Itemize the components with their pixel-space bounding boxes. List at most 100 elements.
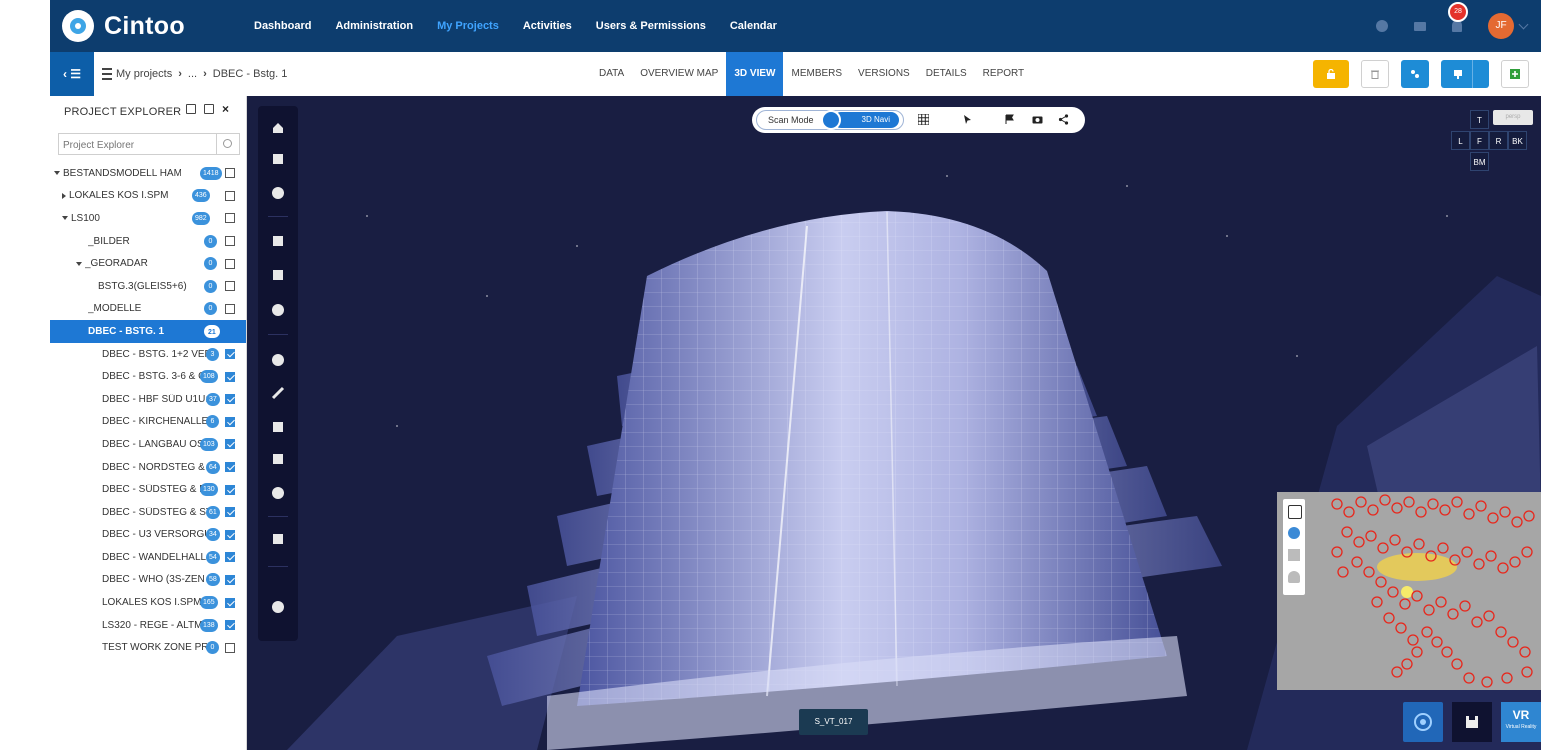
tree-item[interactable]: TEST WORK ZONE PRU 0 [50, 636, 246, 659]
grid-icon[interactable] [918, 114, 929, 125]
upload-dropdown-button[interactable] [1441, 60, 1489, 88]
tree-item[interactable]: DBEC - WANDELHALL 54 [50, 546, 246, 569]
tab-report[interactable]: REPORT [975, 52, 1033, 96]
caret-down-icon[interactable] [76, 261, 82, 266]
visibility-checkbox[interactable] [225, 552, 235, 563]
tree-item[interactable]: LS100 982 [50, 207, 246, 230]
tree-item[interactable]: DBEC - SÜDSTEG & P 130 [50, 478, 246, 501]
mail-icon[interactable] [1414, 21, 1426, 31]
breadcrumb-ellipsis[interactable]: ... [188, 68, 197, 80]
tree-item[interactable]: DBEC - BSTG. 3-6 & G 108 [50, 365, 246, 388]
close-icon[interactable]: × [222, 103, 232, 115]
visibility-checkbox[interactable] [225, 258, 235, 269]
nav-item-dashboard[interactable]: Dashboard [254, 20, 311, 32]
view-left-button[interactable]: L [1451, 131, 1470, 150]
tree-item[interactable]: LOKALES KOS I.SPM 436 [50, 185, 246, 208]
tree-item[interactable]: DBEC - LANGBAU OS 103 [50, 433, 246, 456]
caret-down-icon[interactable] [62, 216, 68, 221]
view-top-button[interactable]: T [1470, 110, 1489, 129]
search-input[interactable] [59, 134, 215, 156]
flag-icon[interactable] [1004, 114, 1015, 125]
visibility-checkbox[interactable] [225, 620, 235, 631]
section-icon[interactable] [271, 486, 285, 500]
collapse-all-icon[interactable] [204, 104, 214, 114]
tab-members[interactable]: MEMBERS [783, 52, 850, 96]
unlock-button[interactable] [1313, 60, 1349, 88]
tree-item[interactable]: DBEC - KIRCHENALLEE 6 [50, 411, 246, 434]
visibility-checkbox[interactable] [225, 439, 235, 450]
visibility-checkbox[interactable] [225, 484, 235, 495]
view-front-button[interactable]: F [1470, 131, 1489, 150]
visibility-checkbox[interactable] [225, 168, 235, 179]
info-icon[interactable] [1376, 20, 1388, 32]
tree-item[interactable]: DBEC - BSTG. 1 21 [50, 320, 246, 343]
share-button[interactable] [1401, 60, 1429, 88]
tree-item[interactable]: DBEC - NORDSTEG & 64 [50, 456, 246, 479]
nav-item-my-projects[interactable]: My Projects [437, 20, 499, 32]
tab-details[interactable]: DETAILS [918, 52, 975, 96]
caret-down-icon[interactable] [54, 171, 60, 176]
view-right-button[interactable]: R [1489, 131, 1508, 150]
visibility-checkbox[interactable] [225, 416, 235, 427]
floor-plan-icon[interactable] [1288, 549, 1300, 561]
cursor-icon[interactable] [962, 114, 973, 125]
tree-item[interactable]: _GEORADAR 0 [50, 252, 246, 275]
tree-item[interactable]: _MODELLE 0 [50, 298, 246, 321]
tree-item[interactable]: DBEC - U3 VERSORGU 34 [50, 524, 246, 547]
visibility-checkbox[interactable] [225, 574, 235, 585]
caret-right-icon[interactable] [62, 192, 66, 199]
visibility-checkbox[interactable] [225, 597, 235, 608]
chevron-down-icon[interactable] [1518, 19, 1529, 29]
tab-overview-map[interactable]: OVERVIEW MAP [632, 52, 726, 96]
add-data-button[interactable] [1501, 60, 1529, 88]
nav-item-calendar[interactable]: Calendar [730, 20, 777, 32]
nav-item-users-permissions[interactable]: Users & Permissions [596, 20, 706, 32]
search-icon[interactable] [216, 134, 239, 154]
tree-item[interactable]: BSTG.3(GLEIS5+6) 0 [50, 275, 246, 298]
measure-icon[interactable] [271, 386, 285, 400]
visibility-checkbox[interactable] [225, 462, 235, 473]
mode-toggle[interactable]: Scan Mode 3D Navi [756, 110, 904, 130]
tree-item[interactable]: LS320 - REGE - ALTM/138 [50, 614, 246, 637]
delete-button[interactable] [1361, 60, 1389, 88]
minimap[interactable] [1277, 492, 1541, 690]
annotation-pin-icon[interactable] [271, 353, 285, 367]
tree-item[interactable]: _BILDER 0 [50, 230, 246, 253]
tree-item[interactable]: DBEC - HBF SÜD U1U: 37 [50, 388, 246, 411]
sphere-icon[interactable] [271, 186, 285, 200]
visibility-checkbox[interactable] [225, 394, 235, 405]
save-view-button[interactable] [1452, 702, 1492, 742]
breadcrumb-root[interactable]: My projects [116, 68, 172, 80]
tree-item[interactable]: BESTANDSMODELL HAME 1418 [50, 162, 246, 185]
flythrough-icon[interactable] [271, 268, 285, 282]
user-avatar[interactable]: JF [1488, 13, 1514, 39]
stack-icon[interactable] [271, 532, 285, 546]
share-icon[interactable] [1058, 114, 1069, 125]
tree-item[interactable]: DBEC - WHO (3S-ZEN 58 [50, 569, 246, 592]
3d-viewport[interactable]: Scan Mode 3D Navi T persp L F R BK BM S_… [247, 96, 1541, 750]
home-icon[interactable] [271, 121, 285, 135]
visibility-checkbox[interactable] [225, 281, 235, 292]
view-bottom-button[interactable]: BM [1470, 152, 1489, 171]
collapse-explorer-button[interactable]: ‹ ☰ [50, 52, 94, 96]
nav-item-administration[interactable]: Administration [335, 20, 413, 32]
gear-icon[interactable] [271, 303, 285, 317]
visibility-checkbox[interactable] [225, 236, 235, 247]
visibility-checkbox[interactable] [225, 507, 235, 518]
help-icon[interactable] [271, 600, 285, 614]
person-icon[interactable] [1288, 571, 1300, 583]
pan-hand-icon[interactable] [1288, 505, 1302, 519]
visibility-checkbox[interactable] [225, 190, 235, 201]
tab-versions[interactable]: VERSIONS [850, 52, 918, 96]
visibility-checkbox[interactable] [225, 213, 235, 224]
bell-icon[interactable]: 28 [1448, 2, 1468, 32]
crop-icon[interactable] [271, 420, 285, 434]
location-pin-icon[interactable] [1288, 527, 1300, 539]
tab-data[interactable]: DATA [591, 52, 632, 96]
perspective-toggle[interactable]: persp [1493, 110, 1533, 125]
tree-item[interactable]: DBEC - SÜDSTEG & ST 61 [50, 501, 246, 524]
visibility-checkbox[interactable] [225, 371, 235, 382]
tab-3d-view[interactable]: 3D VIEW [726, 52, 784, 96]
layers-icon[interactable] [271, 152, 285, 166]
nav-item-activities[interactable]: Activities [523, 20, 572, 32]
